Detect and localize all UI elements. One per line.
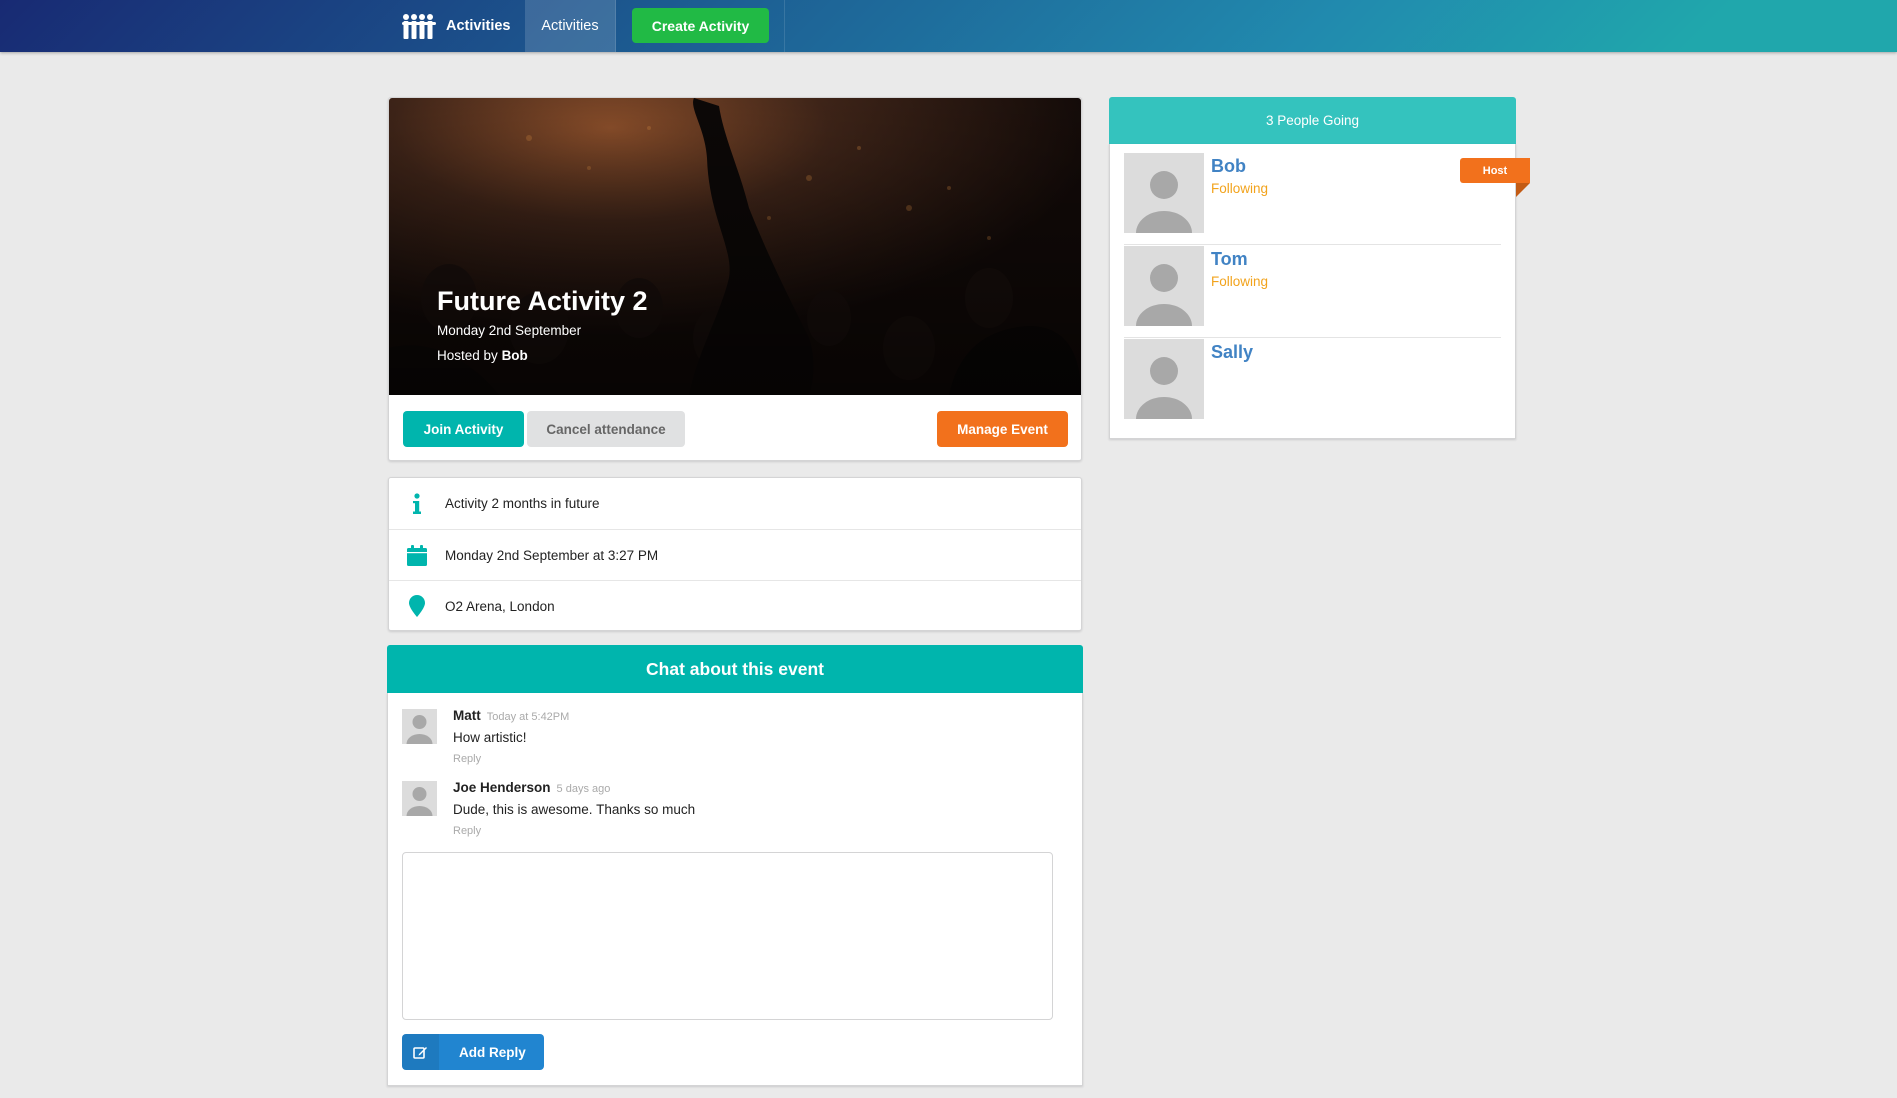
comment-content: Joe Henderson 5 days ago Dude, this is aw… — [453, 779, 695, 837]
user-avatar-icon[interactable] — [402, 781, 437, 816]
event-header-card: Future Activity 2 Monday 2nd September H… — [388, 97, 1082, 461]
join-activity-button[interactable]: Join Activity — [403, 411, 524, 447]
chat-body: Matt Today at 5:42PM How artistic! Reply … — [387, 693, 1083, 1086]
comment-author[interactable]: Matt — [453, 708, 481, 723]
event-details-card: Activity 2 months in future Monday 2nd S… — [388, 477, 1082, 631]
event-host: Hosted by Bob — [437, 348, 648, 363]
map-marker-icon — [389, 595, 445, 617]
attendee-avatar-icon[interactable] — [1124, 339, 1204, 419]
detail-description: Activity 2 months in future — [445, 496, 600, 511]
brand-link[interactable]: Activities — [402, 0, 510, 52]
edit-icon — [402, 1034, 439, 1070]
comment-time: 5 days ago — [556, 783, 611, 795]
detail-venue: O2 Arena, London — [445, 598, 555, 614]
attendee-name[interactable]: Tom — [1211, 249, 1248, 270]
calendar-icon — [389, 544, 445, 566]
hosted-by-label: Hosted by — [437, 348, 498, 363]
manage-event-button[interactable]: Manage Event — [937, 411, 1068, 447]
comment-author[interactable]: Joe Henderson — [453, 780, 551, 795]
comment-reply-link[interactable]: Reply — [453, 753, 569, 765]
attendee-item: Bob Following — [1124, 144, 1501, 237]
comment-text: Dude, this is awesome. Thanks so much — [453, 802, 696, 817]
comment-time: Today at 5:42PM — [486, 711, 570, 723]
host-badge-fold — [1516, 183, 1530, 197]
nav-activities[interactable]: Activities — [525, 0, 616, 52]
reply-textarea[interactable] — [402, 852, 1053, 1020]
event-title: Future Activity 2 — [437, 286, 648, 316]
attendee-name[interactable]: Sally — [1211, 342, 1253, 363]
chat-header: Chat about this event — [387, 645, 1083, 693]
detail-row-date: Monday 2nd September at 3:27 PM — [389, 529, 1081, 580]
attendees-header: 3 People Going — [1109, 97, 1516, 144]
attendee-avatar-icon[interactable] — [1124, 153, 1204, 233]
people-logo-icon — [402, 14, 436, 39]
attendee-name[interactable]: Bob — [1211, 156, 1246, 177]
comment-content: Matt Today at 5:42PM How artistic! Reply — [453, 707, 569, 765]
create-activity-button[interactable]: Create Activity — [632, 8, 769, 43]
event-header-text: Future Activity 2 Monday 2nd September H… — [437, 286, 648, 363]
attendee-item: Sally — [1124, 330, 1501, 423]
attendee-avatar-icon[interactable] — [1124, 246, 1204, 326]
cancel-attendance-button[interactable]: Cancel attendance — [527, 411, 685, 447]
comment-reply-link[interactable]: Reply — [453, 825, 695, 837]
top-navbar: Activities Activities Create Activity — [0, 0, 1897, 52]
event-date: Monday 2nd September — [437, 323, 582, 338]
detail-row-venue: O2 Arena, London — [389, 580, 1081, 631]
attendee-status: Following — [1211, 274, 1269, 289]
host-name[interactable]: Bob — [502, 348, 528, 363]
nav-create-wrap: Create Activity — [616, 0, 785, 52]
add-reply-button[interactable]: Add Reply — [402, 1034, 544, 1070]
attendees-list: Bob Following Tom Following Sally — [1109, 144, 1516, 439]
event-image: Future Activity 2 Monday 2nd September H… — [389, 98, 1081, 395]
attendee-status: Following — [1211, 181, 1269, 196]
comment-text: How artistic! — [453, 730, 527, 745]
attendee-item: Tom Following — [1124, 237, 1501, 330]
info-icon — [389, 492, 445, 515]
host-badge: Host — [1460, 158, 1530, 183]
brand-label: Activities — [446, 18, 511, 34]
detail-date: Monday 2nd September at 3:27 PM — [445, 547, 659, 563]
user-avatar-icon[interactable] — [402, 709, 437, 744]
detail-row-description: Activity 2 months in future — [389, 478, 1081, 529]
add-reply-label: Add Reply — [459, 1044, 526, 1060]
